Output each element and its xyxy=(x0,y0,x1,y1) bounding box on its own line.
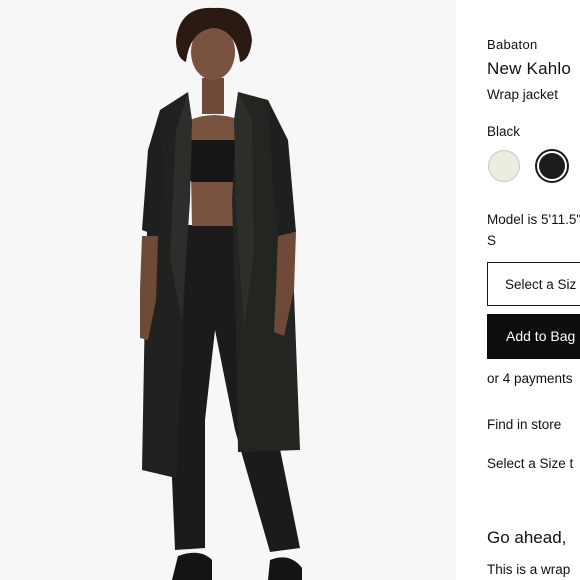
model-size: S xyxy=(487,233,497,248)
color-swatch-ivory[interactable] xyxy=(488,150,520,182)
color-swatch-black-fill xyxy=(539,153,565,179)
product-title: New Kahlo xyxy=(487,59,572,78)
add-to-bag-label: Add to Bag xyxy=(506,328,576,344)
product-description: This is a wrap xyxy=(487,562,571,577)
size-select[interactable]: Select a Siz xyxy=(487,262,580,306)
add-to-bag-button[interactable]: Add to Bag xyxy=(487,314,580,359)
selected-color-label: Black xyxy=(487,124,521,139)
size-note: Select a Size t xyxy=(487,456,574,471)
brand-name: Babaton xyxy=(487,37,538,52)
product-details-panel: Babaton New Kahlo Wrap jacket Black Mode… xyxy=(456,0,580,580)
payments-text: or 4 payments xyxy=(487,371,573,386)
model-info: Model is 5'11.5", xyxy=(487,212,580,227)
model-image xyxy=(0,0,456,580)
product-subtitle: Wrap jacket xyxy=(487,87,559,102)
size-select-label: Select a Siz xyxy=(505,277,577,292)
find-in-store-link[interactable]: Find in store xyxy=(487,417,561,432)
product-photo xyxy=(0,0,456,580)
section-heading: Go ahead, xyxy=(487,528,567,547)
color-swatch-black[interactable] xyxy=(535,149,569,183)
